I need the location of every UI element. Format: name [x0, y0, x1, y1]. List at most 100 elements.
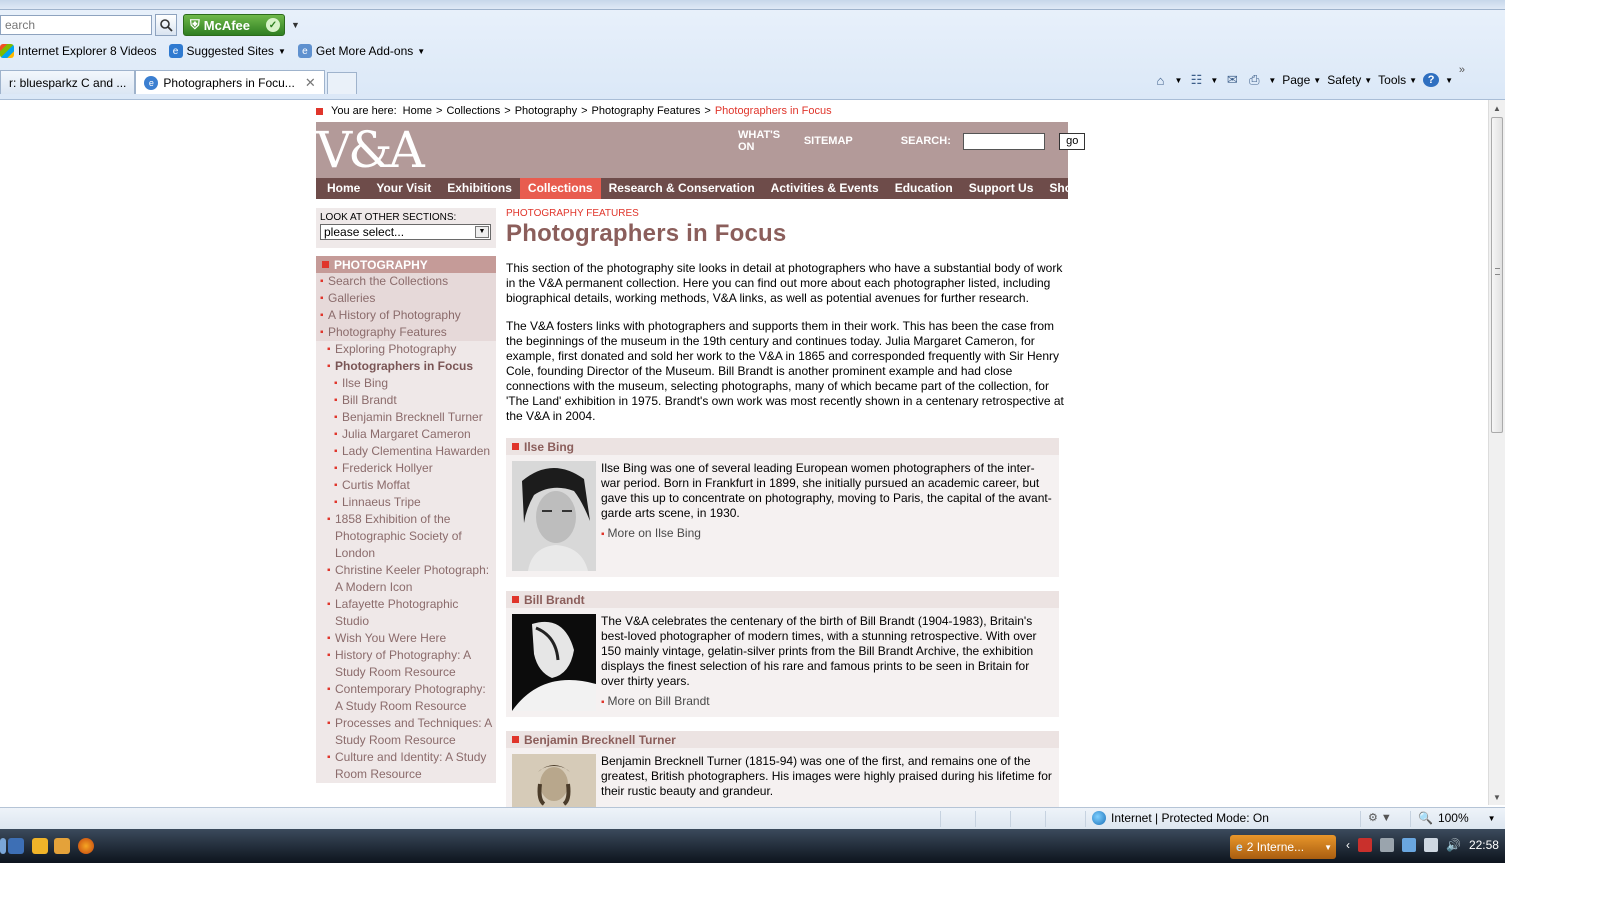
- nav-research-conservation[interactable]: Research & Conservation: [601, 178, 763, 199]
- volume-icon[interactable]: 🔊: [1446, 838, 1461, 852]
- breadcrumb-collections[interactable]: Collections: [446, 105, 500, 117]
- photographer-portrait[interactable]: [512, 614, 596, 711]
- home-icon[interactable]: ⌂: [1152, 73, 1168, 88]
- tab-bluesparkz[interactable]: r: bluesparkz C and ...: [0, 70, 136, 94]
- sidebar-item[interactable]: Bill Brandt: [316, 392, 496, 409]
- sidebar-item[interactable]: Benjamin Brecknell Turner: [316, 409, 496, 426]
- nav-collections[interactable]: Collections: [519, 178, 601, 199]
- vertical-scrollbar[interactable]: ▲ ▼: [1488, 100, 1505, 805]
- chevron-down-icon[interactable]: ▼: [1174, 76, 1182, 85]
- sidebar-item[interactable]: Search the Collections: [316, 273, 496, 290]
- zoom-icon: 🔍: [1418, 811, 1433, 825]
- security-zone[interactable]: Internet | Protected Mode: On: [1092, 811, 1269, 825]
- sidebar-item[interactable]: Curtis Moffat: [316, 477, 496, 494]
- print-icon[interactable]: ⎙: [1246, 72, 1262, 87]
- media-player-icon[interactable]: [32, 838, 48, 854]
- clock[interactable]: 22:58: [1469, 838, 1499, 852]
- photographer-portrait[interactable]: [512, 754, 596, 807]
- popup-settings-icon[interactable]: ⚙ ▼: [1368, 811, 1392, 824]
- sidebar-item[interactable]: Exploring Photography: [316, 341, 496, 358]
- photographer-portrait[interactable]: [512, 461, 596, 571]
- fav-ie-videos[interactable]: Internet Explorer 8 Videos: [0, 44, 157, 58]
- site-search-input[interactable]: [962, 132, 1046, 150]
- more-link[interactable]: More on Bill Brandt: [601, 694, 1053, 708]
- sidebar-item[interactable]: Christine Keeler Photograph: A Modern Ic…: [316, 562, 496, 596]
- safety-menu[interactable]: Safety ▼: [1327, 73, 1372, 87]
- close-icon[interactable]: ✕: [305, 75, 316, 91]
- mcafee-tray-icon[interactable]: [1358, 838, 1372, 852]
- nav-education[interactable]: Education: [887, 178, 961, 199]
- sidebar-item[interactable]: Julia Margaret Cameron: [316, 426, 496, 443]
- page-menu[interactable]: Page ▼: [1282, 73, 1321, 87]
- nav-shop-online[interactable]: Shop Online: [1041, 178, 1128, 199]
- sidebar-item[interactable]: Contemporary Photography: A Study Room R…: [316, 681, 496, 715]
- chevron-down-icon[interactable]: ▼: [1210, 76, 1218, 85]
- tab-photographers-in-focus[interactable]: e Photographers in Focu... ✕: [135, 70, 325, 94]
- globe-icon: [1092, 811, 1106, 825]
- sidebar-item[interactable]: A History of Photography: [316, 307, 496, 324]
- show-desktop-icon[interactable]: [8, 838, 24, 854]
- taskbar-ie-button[interactable]: e 2 Interne... ▼: [1230, 835, 1336, 859]
- section-kicker[interactable]: PHOTOGRAPHY FEATURES: [506, 208, 1068, 219]
- breadcrumb-photography-features[interactable]: Photography Features: [592, 105, 701, 117]
- va-logo[interactable]: V&A: [316, 124, 425, 176]
- nav-exhibitions[interactable]: Exhibitions: [439, 178, 520, 199]
- sidebar-item[interactable]: Galleries: [316, 290, 496, 307]
- mcafee-button[interactable]: ⛨ McAfee ✓: [183, 14, 285, 36]
- photographer-heading[interactable]: Ilse Bing: [506, 438, 1059, 455]
- site-search-go-button[interactable]: go: [1059, 132, 1086, 150]
- fav-get-addons[interactable]: e Get More Add-ons ▼: [297, 44, 425, 58]
- scroll-down-icon[interactable]: ▼: [1489, 789, 1505, 805]
- chevron-down-icon[interactable]: ▼: [1268, 76, 1276, 85]
- sidebar-item[interactable]: Lady Clementina Hawarden: [316, 443, 496, 460]
- sidebar-item[interactable]: Frederick Hollyer: [316, 460, 496, 477]
- more-link[interactable]: More on Ilse Bing: [601, 526, 1053, 540]
- mail-icon[interactable]: ✉: [1224, 72, 1240, 87]
- sitemap-link[interactable]: SITEMAP: [804, 135, 853, 147]
- chevron-down-icon[interactable]: ▼: [1445, 76, 1453, 85]
- section-select[interactable]: please select... ▼: [320, 224, 491, 240]
- feeds-icon[interactable]: ☷: [1188, 72, 1204, 87]
- breadcrumb-photography[interactable]: Photography: [515, 105, 577, 117]
- power-icon[interactable]: [1424, 838, 1438, 852]
- sidebar-heading[interactable]: PHOTOGRAPHY: [316, 256, 496, 273]
- browser-search-input[interactable]: earch: [0, 15, 152, 35]
- start-orb-edge-icon[interactable]: [0, 838, 6, 854]
- photographer-heading[interactable]: Bill Brandt: [506, 591, 1059, 608]
- new-tab-button[interactable]: [326, 72, 357, 94]
- nav-activities-events[interactable]: Activities & Events: [763, 178, 887, 199]
- help-icon[interactable]: ?: [1423, 73, 1440, 87]
- scroll-thumb[interactable]: [1491, 117, 1503, 433]
- whats-on-link[interactable]: WHAT'S ON: [738, 129, 792, 153]
- search-icon[interactable]: [155, 14, 177, 36]
- network-icon[interactable]: [1402, 838, 1416, 852]
- sidebar-item[interactable]: Lafayette Photographic Studio: [316, 596, 496, 630]
- nav-home[interactable]: Home: [319, 178, 368, 199]
- tray-expand-icon[interactable]: ‹: [1346, 838, 1350, 852]
- toolbar-overflow-icon[interactable]: »: [1459, 64, 1465, 76]
- sidebar-item[interactable]: History of Photography: A Study Room Res…: [316, 647, 496, 681]
- photographer-heading[interactable]: Benjamin Brecknell Turner: [506, 731, 1059, 748]
- sidebar-item-active[interactable]: Photographers in Focus: [316, 358, 496, 375]
- firefox-icon[interactable]: [78, 838, 94, 854]
- sidebar-item[interactable]: Ilse Bing: [316, 375, 496, 392]
- sidebar-item[interactable]: Processes and Techniques: A Study Room R…: [316, 715, 496, 749]
- scroll-up-icon[interactable]: ▲: [1489, 100, 1505, 116]
- zoom-control[interactable]: 🔍 100% ▼: [1418, 811, 1496, 825]
- mcafee-dropdown-icon[interactable]: ▼: [291, 20, 300, 30]
- tools-menu[interactable]: Tools ▼: [1378, 73, 1417, 87]
- fav-suggested-sites[interactable]: e Suggested Sites ▼: [168, 44, 286, 58]
- chevron-down-icon: ▼: [475, 226, 489, 238]
- nav-your-visit[interactable]: Your Visit: [368, 178, 439, 199]
- sidebar-item[interactable]: Wish You Were Here: [316, 630, 496, 647]
- nav-support-us[interactable]: Support Us: [961, 178, 1042, 199]
- sidebar-item[interactable]: 1858 Exhibition of the Photographic Soci…: [316, 511, 496, 562]
- messenger-icon[interactable]: [54, 838, 70, 854]
- sidebar-item[interactable]: Photography Features: [316, 324, 496, 341]
- action-center-icon[interactable]: [1380, 838, 1394, 852]
- sidebar-item[interactable]: Linnaeus Tripe: [316, 494, 496, 511]
- breadcrumb-home[interactable]: Home: [403, 105, 432, 117]
- status-divider: [940, 811, 941, 827]
- breadcrumb-prefix: You are here:: [331, 105, 397, 117]
- sidebar-item[interactable]: Culture and Identity: A Study Room Resou…: [316, 749, 496, 783]
